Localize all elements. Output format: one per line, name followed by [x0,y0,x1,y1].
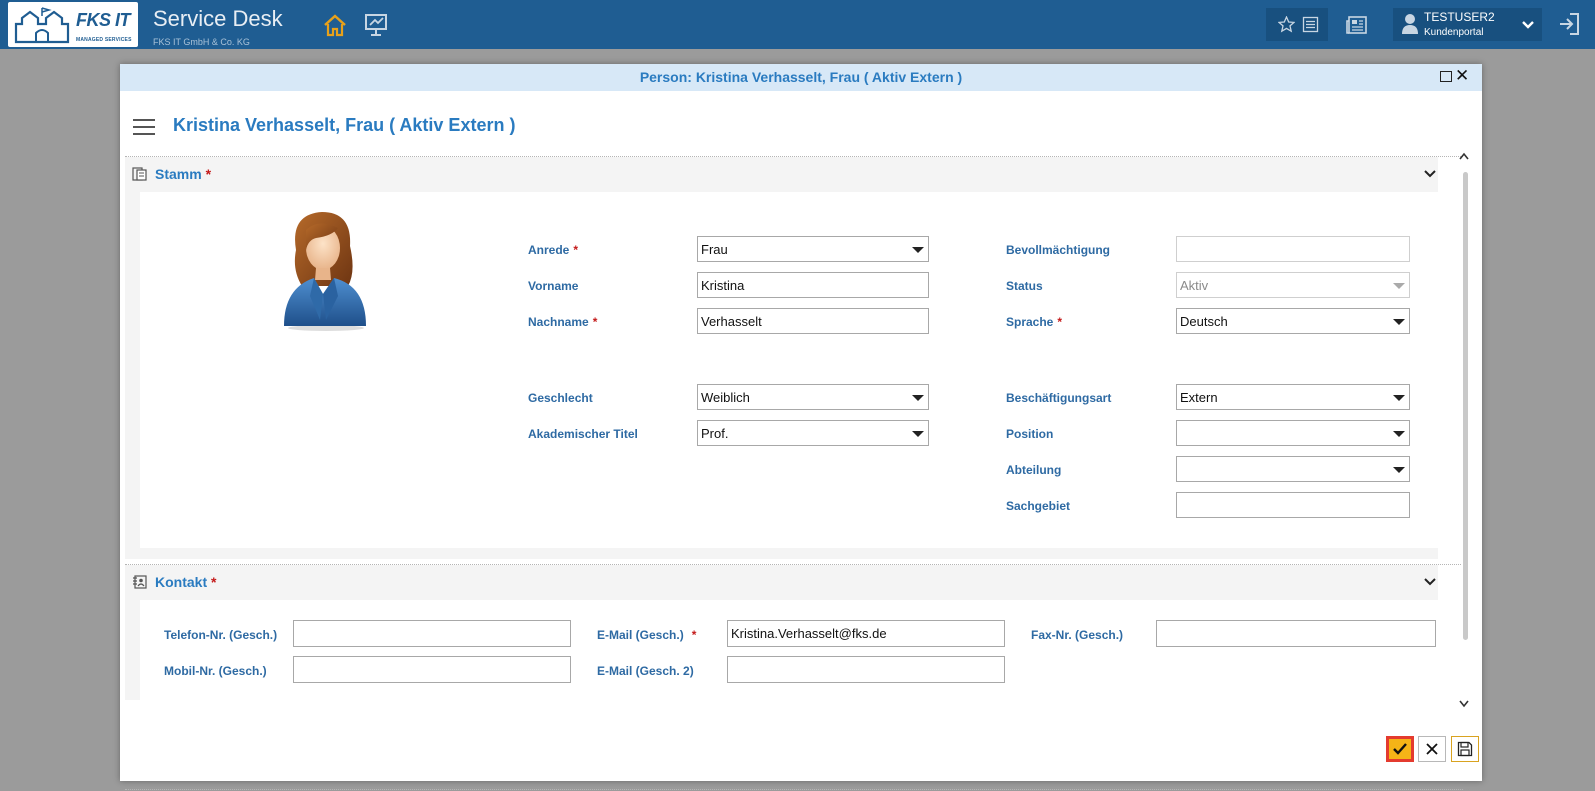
titel-select[interactable]: Prof. [697,420,929,446]
bevollmaechtigung-input[interactable] [1176,236,1410,262]
mobil-label: Mobil-Nr. (Gesch.) [164,664,267,678]
logo-castle-icon [14,7,70,44]
monitor-icon[interactable] [363,12,389,38]
dialog-content: Stamm * Anrede * Frau Vorname Kristina N… [125,156,1463,790]
bevollmaechtigung-label: Bevollmächtigung [1006,243,1111,257]
user-role: Kundenportal [1424,27,1484,38]
list-icon[interactable] [1302,16,1319,33]
star-icon[interactable] [1278,16,1295,33]
fax-input[interactable] [1156,620,1436,647]
kontakt-section-icon [133,575,147,589]
dropdown-arrow-icon [912,431,924,437]
dropdown-arrow-icon [912,395,924,401]
favorites-group [1266,8,1328,41]
email-input[interactable]: Kristina.Verhasselt@fks.de [727,620,1005,647]
titel-label: Akademischer Titel [528,427,638,441]
section-stamm-header[interactable]: Stamm * [125,157,1438,192]
person-dialog: Person: Kristina Verhasselt, Frau ( Akti… [120,64,1482,790]
user-name: TESTUSER2 [1424,10,1495,24]
person-heading: Kristina Verhasselt, Frau ( Aktiv Extern… [173,115,516,135]
section-stamm-title: Stamm [155,166,202,182]
telefon-input[interactable] [293,620,571,647]
home-icon[interactable] [322,12,348,38]
company-name: FKS IT GmbH & Co. KG [153,37,250,47]
vorname-label: Vorname [528,279,579,293]
news-icon[interactable] [1346,15,1368,35]
dialog-title: Person: Kristina Verhasselt, Frau ( Akti… [639,69,963,85]
close-icon[interactable]: ✕ [1455,66,1469,86]
dropdown-arrow-icon [1393,283,1405,289]
geschlecht-label: Geschlecht [528,391,593,405]
dialog-titlebar: Person: Kristina Verhasselt, Frau ( Akti… [120,64,1482,91]
dropdown-arrow-icon [1393,319,1405,325]
beschaeftigungsart-select[interactable]: Extern [1176,384,1410,410]
nachname-input[interactable]: Verhasselt [697,308,929,334]
section-kontakt-body: Telefon-Nr. (Gesch.) Mobil-Nr. (Gesch.) … [140,600,1438,700]
dropdown-arrow-icon [1393,395,1405,401]
chevron-down-icon[interactable] [1423,574,1437,588]
position-select[interactable] [1176,420,1410,446]
sprache-select[interactable]: Deutsch [1176,308,1410,334]
email2-input[interactable] [727,656,1005,683]
sprache-label: Sprache * [1006,315,1063,329]
sachgebiet-input[interactable] [1176,492,1410,518]
top-bar: FKS IT MANAGED SERVICES Service Desk FKS… [0,0,1595,49]
section-kontakt-title: Kontakt [155,574,208,590]
maximize-icon[interactable] [1440,71,1452,82]
required-mark: * [211,574,217,590]
dropdown-arrow-icon [912,247,924,253]
save-button[interactable] [1451,736,1479,762]
anrede-label: Anrede * [528,243,579,257]
email2-label: E-Mail (Gesch. 2) [597,664,694,678]
company-logo[interactable]: FKS IT MANAGED SERVICES [8,2,138,47]
status-label: Status [1006,279,1043,293]
anrede-select[interactable]: Frau [697,236,929,262]
geschlecht-select[interactable]: Weiblich [697,384,929,410]
dropdown-arrow-icon [1393,467,1405,473]
save-disk-icon [1457,741,1473,757]
telefon-label: Telefon-Nr. (Gesch.) [164,628,278,642]
chevron-down-icon[interactable] [1521,20,1535,30]
scroll-up-icon[interactable] [1459,152,1469,160]
menu-icon[interactable] [133,119,155,140]
cancel-x-icon [1426,743,1438,755]
cancel-button[interactable] [1418,736,1446,762]
section-kontakt-header[interactable]: Kontakt * [125,565,1438,600]
vorname-input[interactable]: Kristina [697,272,929,298]
required-mark: * [205,166,212,182]
checkmark-icon [1393,743,1407,755]
logo-name: FKS IT [76,10,131,30]
abteilung-select[interactable] [1176,456,1410,482]
email-label: E-Mail (Gesch.) * [597,628,697,642]
abteilung-label: Abteilung [1006,463,1062,477]
scrollbar-thumb[interactable] [1463,172,1468,640]
sachgebiet-label: Sachgebiet [1006,499,1071,513]
status-select: Aktiv [1176,272,1410,298]
position-label: Position [1006,427,1054,441]
divider [125,789,1463,790]
app-title: Service Desk [153,6,283,31]
fax-label: Fax-Nr. (Gesch.) [1031,628,1124,642]
dropdown-arrow-icon [1393,431,1405,437]
section-stamm-body: Anrede * Frau Vorname Kristina Nachname * … [140,192,1438,548]
stamm-section-icon [132,167,147,181]
confirm-button[interactable] [1386,736,1414,762]
chevron-down-icon[interactable] [1423,166,1437,180]
scroll-down-icon[interactable] [1459,700,1469,708]
beschaeftigungsart-label: Beschäftigungsart [1006,391,1112,405]
nachname-label: Nachname * [528,315,598,329]
logo-tagline: MANAGED SERVICES [76,37,132,43]
mobil-input[interactable] [293,656,571,683]
logout-icon[interactable] [1558,12,1580,36]
person-avatar [284,212,366,331]
user-icon [1402,14,1418,34]
